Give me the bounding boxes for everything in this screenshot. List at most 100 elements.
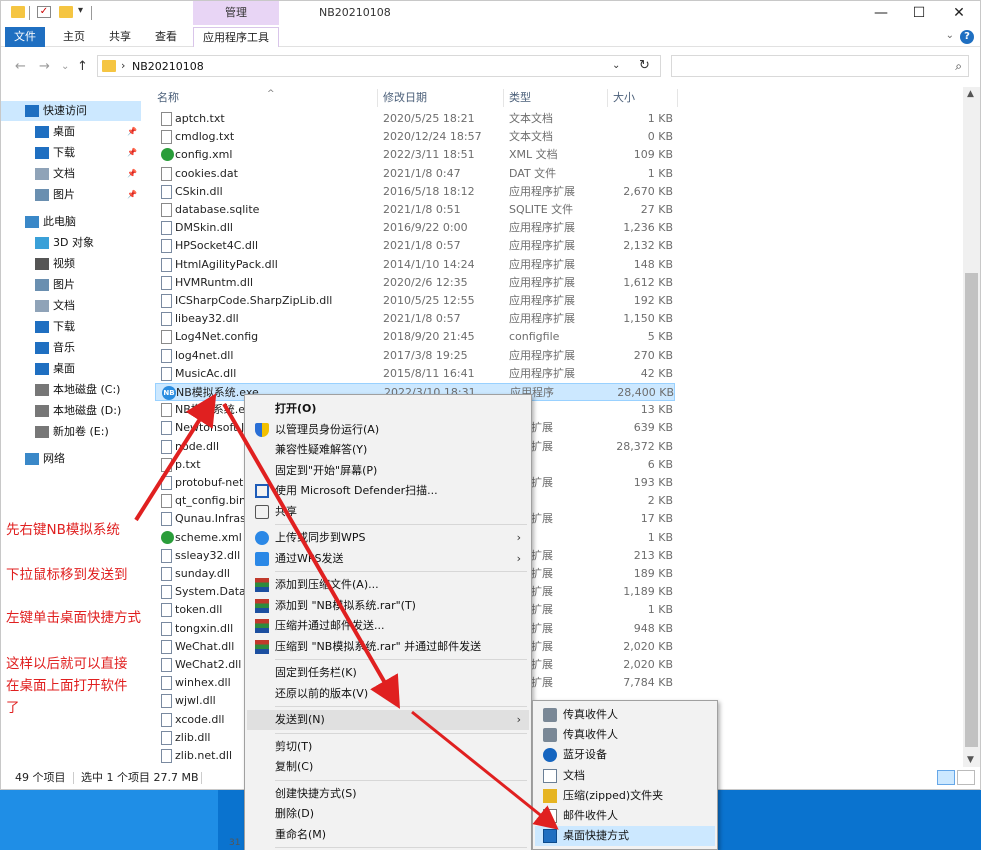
context-menu-item[interactable]: 固定到任务栏(K) [247,663,529,683]
file-row[interactable]: config.xml 2022/3/11 18:51 XML 文档 109 KB [155,146,675,164]
file-row[interactable]: libeay32.dll 2021/1/8 0:57 应用程序扩展 1,150 KB [155,310,675,328]
send-to-item[interactable]: 邮件收件人 [535,806,715,826]
file-row[interactable]: cmdlog.txt 2020/12/24 18:57 文本文档 0 KB [155,128,675,146]
column-divider[interactable] [503,89,504,107]
expand-ribbon-icon[interactable]: ⌄ [946,30,954,41]
send-to-item[interactable]: 压缩(zipped)文件夹 [535,786,715,806]
file-row[interactable]: log4net.dll 2017/3/8 19:25 应用程序扩展 270 KB [155,347,675,365]
context-menu-item[interactable]: 剪切(T) [247,737,529,757]
pin-icon[interactable]: 📌 [127,143,137,163]
sidebar-item[interactable]: 图片 📌 [1,185,141,205]
context-menu-item[interactable]: 使用 Microsoft Defender扫描... [247,481,529,501]
refresh-icon[interactable]: ↻ [639,58,650,73]
column-divider[interactable] [677,89,678,107]
address-bar[interactable]: › NB20210108 ⌄ ↻ [97,55,661,77]
file-row[interactable]: HPSocket4C.dll 2021/1/8 0:57 应用程序扩展 2,132 K… [155,237,675,255]
context-menu-item[interactable]: 共享 [247,502,529,522]
file-row[interactable]: CSkin.dll 2016/5/18 18:12 应用程序扩展 2,670 KB [155,183,675,201]
sidebar-item[interactable]: 网络 [1,449,141,469]
column-header-size[interactable]: 大小 [613,87,673,109]
context-menu-item[interactable]: 上传或同步到WPS › [247,528,529,548]
context-menu-item[interactable]: 添加到 "NB模拟系统.rar"(T) [247,596,529,616]
sidebar-item[interactable]: 3D 对象 [1,233,141,253]
new-folder-icon[interactable] [59,6,73,18]
sidebar-item[interactable]: 桌面 [1,359,141,379]
file-row[interactable]: database.sqlite 2021/1/8 0:51 SQLITE 文件 27 … [155,201,675,219]
back-icon[interactable]: ← [15,59,26,74]
sidebar-item[interactable]: 文档 📌 [1,164,141,184]
sidebar-item[interactable]: 此电脑 [1,212,141,232]
tab-share[interactable]: 共享 [101,27,139,47]
context-menu-item[interactable]: 重命名(M) [247,825,529,845]
pin-icon[interactable]: 📌 [127,122,137,142]
send-to-item[interactable]: 传真收件人 [535,725,715,745]
sidebar-item[interactable]: 本地磁盘 (D:) [1,401,141,421]
pin-icon[interactable]: 📌 [127,164,137,184]
help-icon[interactable]: ? [960,30,974,44]
file-row[interactable]: DMSkin.dll 2016/9/22 0:00 应用程序扩展 1,236 KB [155,219,675,237]
address-dropdown-icon[interactable]: ⌄ [612,60,620,71]
file-row[interactable]: MusicAc.dll 2015/8/11 16:41 应用程序扩展 42 KB [155,365,675,383]
context-menu-item[interactable]: 删除(D) [247,804,529,824]
send-to-item[interactable]: 传真收件人 [535,705,715,725]
sidebar-item[interactable]: 下载 📌 [1,143,141,163]
sidebar-item[interactable]: 音乐 [1,338,141,358]
scroll-up-icon[interactable]: ▲ [967,89,974,99]
send-to-item[interactable]: 文档 [535,766,715,786]
send-to-item[interactable]: 蓝牙设备 [535,745,715,765]
column-header-type[interactable]: 类型 [509,87,609,109]
search-input[interactable]: ⌕ [671,55,969,77]
maximize-button[interactable]: ☐ [901,1,937,25]
context-menu-item[interactable]: 压缩并通过邮件发送... [247,616,529,636]
up-icon[interactable]: ↑ [77,59,88,74]
context-menu-item[interactable]: 压缩到 "NB模拟系统.rar" 并通过邮件发送 [247,637,529,657]
context-menu-item[interactable]: 打开(O) [247,399,529,419]
column-divider[interactable] [377,89,378,107]
sidebar-item[interactable]: 本地磁盘 (C:) [1,380,141,400]
minimize-button[interactable]: — [863,1,899,25]
file-row[interactable]: HtmlAgilityPack.dll 2014/1/10 14:24 应用程序扩展… [155,256,675,274]
tab-home[interactable]: 主页 [55,27,93,47]
vertical-scrollbar[interactable]: ▲ ▼ [963,87,980,767]
column-header-name[interactable]: 名称 ^ [157,87,377,109]
context-menu-item[interactable]: 以管理员身份运行(A) [247,420,529,440]
context-menu-item[interactable]: 通过WPS发送 › [247,549,529,569]
sidebar-item[interactable]: 文档 [1,296,141,316]
sidebar-item[interactable]: 桌面 📌 [1,122,141,142]
forward-icon[interactable]: → [39,59,50,74]
tab-file[interactable]: 文件 [5,27,45,47]
recent-locations-icon[interactable]: ⌄ [61,61,69,72]
properties-icon[interactable]: ✓ [37,6,51,18]
tab-application-tools[interactable]: 应用程序工具 [193,27,279,47]
context-menu-item[interactable]: 复制(C) [247,757,529,777]
details-view-icon[interactable] [937,770,955,785]
context-menu-item[interactable]: 创建快捷方式(S) [247,784,529,804]
context-menu-item[interactable]: 还原以前的版本(V) [247,684,529,704]
column-header-date[interactable]: 修改日期 [383,87,503,109]
breadcrumb-chevron-icon[interactable]: › [121,59,125,72]
scroll-down-icon[interactable]: ▼ [967,755,974,765]
sidebar-item[interactable]: 快速访问 [1,101,141,121]
file-row[interactable]: aptch.txt 2020/5/25 18:21 文本文档 1 KB [155,110,675,128]
context-menu-item[interactable]: 添加到压缩文件(A)... [247,575,529,595]
sidebar-item[interactable]: 视频 [1,254,141,274]
context-menu-item[interactable]: 发送到(N) › [247,710,529,730]
customize-quick-access-icon[interactable]: ▾ [78,5,83,16]
send-to-item[interactable]: 桌面快捷方式 [535,826,715,847]
file-row[interactable]: ICSharpCode.SharpZipLib.dll 2010/5/25 12:… [155,292,675,310]
sidebar-item[interactable]: 新加卷 (E:) [1,422,141,442]
pin-icon[interactable]: 📌 [127,185,137,205]
context-menu-item[interactable]: 兼容性疑难解答(Y) [247,440,529,460]
sidebar-item[interactable]: 图片 [1,275,141,295]
scrollbar-thumb[interactable] [965,273,978,747]
file-row[interactable]: Log4Net.config 2018/9/20 21:45 configfile 5… [155,328,675,346]
close-button[interactable]: ✕ [941,1,977,25]
breadcrumb[interactable]: NB20210108 [132,60,204,73]
context-menu-item[interactable]: 固定到"开始"屏幕(P) [247,461,529,481]
tab-view[interactable]: 查看 [147,27,185,47]
column-divider[interactable] [607,89,608,107]
file-row[interactable]: cookies.dat 2021/1/8 0:47 DAT 文件 1 KB [155,165,675,183]
large-icons-view-icon[interactable] [957,770,975,785]
file-row[interactable]: HVMRuntm.dll 2020/2/6 12:35 应用程序扩展 1,612 KB [155,274,675,292]
sidebar-item[interactable]: 下载 [1,317,141,337]
